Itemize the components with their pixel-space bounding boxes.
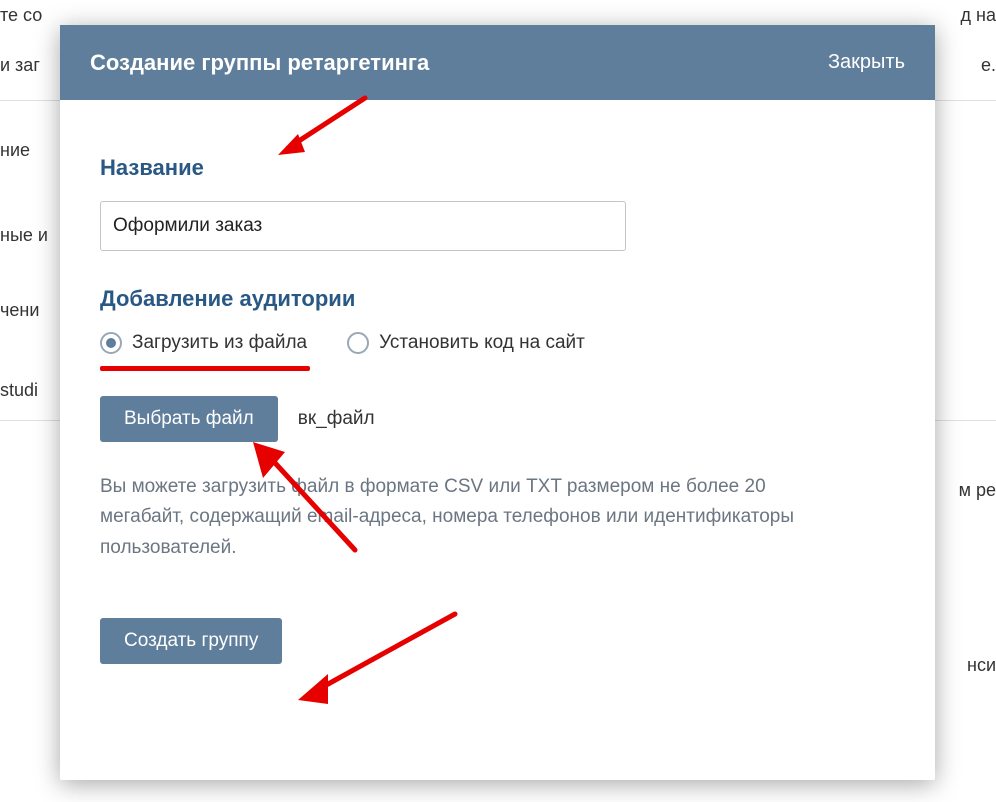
bg-text: ные и (0, 225, 48, 246)
group-name-input[interactable] (100, 201, 626, 251)
chosen-file-name: вк_файл (298, 408, 375, 430)
bg-text: и заг (0, 55, 40, 76)
audience-label: Добавление аудитории (100, 286, 895, 312)
modal-title: Создание группы ретаргетинга (90, 50, 429, 76)
retargeting-group-modal: Создание группы ретаргетинга Закрыть Наз… (60, 25, 935, 780)
bg-text: те со (0, 5, 42, 26)
arrow-icon (290, 602, 470, 712)
name-label: Название (100, 155, 895, 181)
bg-text: чени (0, 300, 39, 321)
radio-icon (100, 332, 122, 354)
radio-code-label: Установить код на сайт (379, 332, 585, 354)
bg-text: нси (967, 655, 996, 676)
bg-text: д на (961, 5, 996, 26)
choose-file-button[interactable]: Выбрать файл (100, 396, 278, 442)
radio-upload-file[interactable]: Загрузить из файла (100, 332, 307, 354)
radio-install-code[interactable]: Установить код на сайт (347, 332, 585, 354)
radio-upload-label: Загрузить из файла (132, 332, 307, 354)
bg-text: ние (0, 140, 30, 161)
upload-hint: Вы можете загрузить файл в формате CSV и… (100, 472, 850, 563)
create-group-button[interactable]: Создать группу (100, 618, 282, 664)
bg-text: studi (0, 380, 38, 401)
radio-icon (347, 332, 369, 354)
annotation-underline (100, 366, 310, 371)
bg-text: е. (981, 55, 996, 76)
bg-text: м ре (959, 480, 996, 501)
close-button[interactable]: Закрыть (828, 51, 905, 74)
modal-header: Создание группы ретаргетинга Закрыть (60, 25, 935, 100)
